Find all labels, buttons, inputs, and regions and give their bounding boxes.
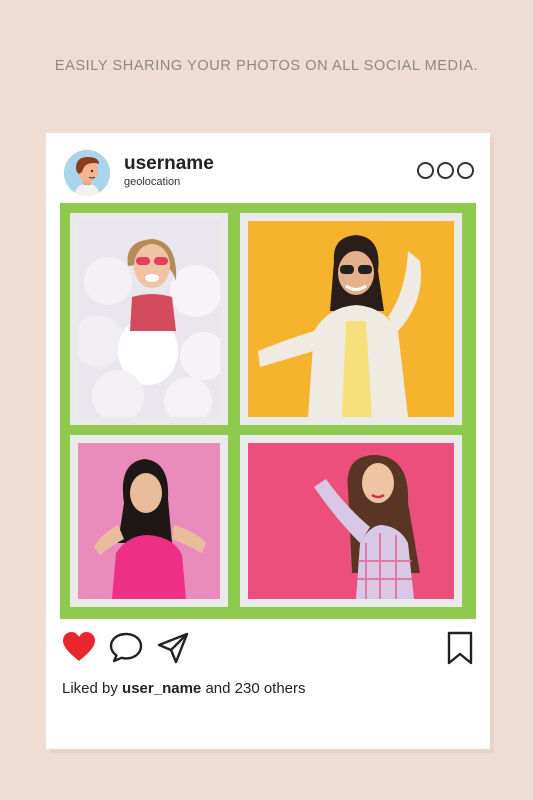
likes-suffix: and 230 others [205, 680, 306, 697]
photo-4[interactable] [240, 435, 462, 607]
more-dots-icon[interactable] [417, 162, 474, 179]
photo-plaid-shirt [248, 443, 454, 599]
likes-prefix: Liked by [62, 680, 118, 697]
photo-collage [60, 203, 476, 619]
bookmark-icon[interactable] [446, 631, 474, 665]
photo-balloons [78, 221, 220, 417]
photo-1[interactable] [70, 213, 228, 425]
avatar-cartoon-icon [64, 150, 110, 196]
tagline: EASILY SHARING YOUR PHOTOS ON ALL SOCIAL… [54, 58, 479, 74]
post-username[interactable]: username [124, 153, 214, 175]
post-card: username geolocation Liked by user_name … [46, 133, 490, 749]
dot [457, 162, 474, 179]
likes-line: Liked by user_name and 230 others [62, 680, 306, 697]
post-actions [62, 631, 474, 667]
photo-3[interactable] [70, 435, 228, 607]
heart-icon[interactable] [62, 631, 96, 663]
avatar[interactable] [64, 150, 110, 196]
post-geolocation[interactable]: geolocation [124, 176, 180, 188]
photo-pink-shirt [78, 443, 220, 599]
send-icon[interactable] [156, 631, 190, 665]
photo-denim-jacket [248, 221, 454, 417]
dot [437, 162, 454, 179]
liked-by-user-link[interactable]: user_name [122, 680, 201, 697]
comment-icon[interactable] [108, 631, 144, 663]
dot [417, 162, 434, 179]
photo-2[interactable] [240, 213, 462, 425]
